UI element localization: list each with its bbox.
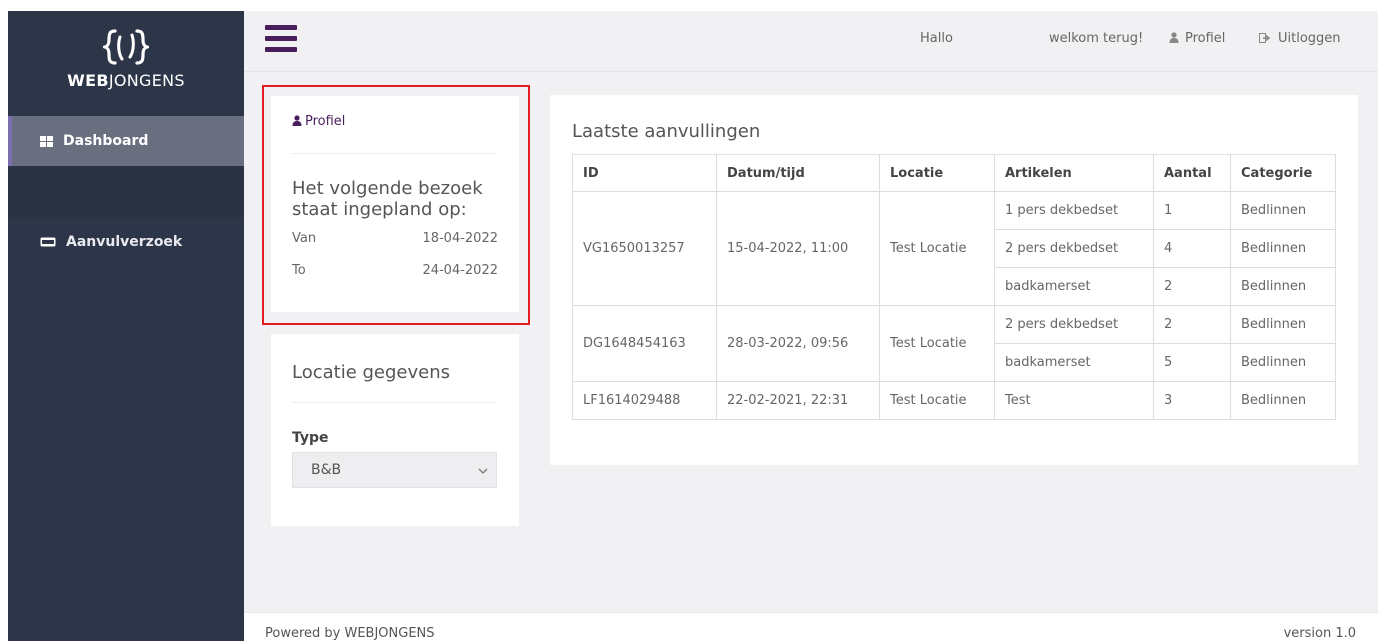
col-header-datetime: Datum/tijd — [716, 154, 880, 192]
recent-refills-card: Laatste aanvullingen ID Datum/tijd Locat… — [550, 95, 1358, 465]
next-visit-card: Profiel Het volgende bezoek staat ingepl… — [271, 96, 519, 312]
cell-quantity: 5 — [1153, 343, 1231, 382]
cell-article: Test — [994, 381, 1154, 420]
sidebar-item-aanvulverzoek[interactable]: Aanvulverzoek — [8, 216, 244, 268]
cell-location: Test Locatie — [879, 305, 995, 382]
cell-datetime: 28-03-2022, 09:56 — [716, 305, 880, 382]
table-row: VG1650013257 15-04-2022, 11:00 Test Loca… — [572, 191, 1336, 306]
menu-toggle-icon[interactable] — [265, 25, 297, 55]
cell-article: 2 pers dekbedset — [994, 305, 1154, 344]
type-select[interactable]: B&B — [292, 452, 497, 488]
cell-quantity: 2 — [1153, 305, 1231, 344]
divider — [292, 153, 497, 154]
chevron-down-icon — [478, 463, 488, 477]
table-row: DG1648454163 28-03-2022, 09:56 Test Loca… — [572, 305, 1336, 382]
location-card: Locatie gegevens Type B&B — [271, 334, 519, 526]
col-header-articles: Artikelen — [994, 154, 1154, 192]
logout-link[interactable]: Uitloggen — [1259, 31, 1341, 46]
powered-by-text: Powered by WEBJONGENS — [265, 626, 435, 641]
next-visit-title: Het volgende bezoek staat ingepland op: — [292, 178, 483, 220]
braces-logo-icon — [103, 29, 149, 65]
cell-quantity: 4 — [1153, 229, 1231, 268]
cell-location: Test Locatie — [879, 381, 995, 420]
divider — [292, 402, 497, 403]
from-date: 18-04-2022 — [422, 231, 498, 246]
cell-article: badkamerset — [994, 343, 1154, 382]
cell-category: Bedlinnen — [1230, 229, 1336, 268]
col-header-location: Locatie — [879, 154, 995, 192]
to-label: To — [292, 263, 306, 278]
sidebar-item-label: Aanvulverzoek — [66, 234, 183, 250]
greeting-text: Hallo — [920, 31, 953, 46]
type-label: Type — [292, 430, 329, 446]
cell-quantity: 1 — [1153, 191, 1231, 230]
cell-article: 1 pers dekbedset — [994, 191, 1154, 230]
cell-datetime: 15-04-2022, 11:00 — [716, 191, 880, 306]
sidebar-item-label: Dashboard — [63, 133, 149, 149]
from-label: Van — [292, 231, 317, 246]
topbar: Hallo welkom terug! Profiel Uitloggen — [244, 11, 1378, 72]
sidebar-submenu-area — [8, 166, 244, 218]
col-header-id: ID — [572, 154, 717, 192]
card-profile-link[interactable]: Profiel — [292, 114, 345, 129]
cell-id: LF1614029488 — [572, 381, 717, 420]
cell-quantity: 2 — [1153, 267, 1231, 306]
location-title: Locatie gegevens — [292, 362, 451, 383]
table-row: LF1614029488 22-02-2021, 22:31 Test Loca… — [572, 381, 1336, 420]
cell-category: Bedlinnen — [1230, 343, 1336, 382]
table-header-row: ID Datum/tijd Locatie Artikelen Aantal C… — [572, 154, 1336, 192]
main-area: Hallo welkom terug! Profiel Uitloggen Pr… — [244, 11, 1378, 641]
cell-location: Test Locatie — [879, 191, 995, 306]
footer: Powered by WEBJONGENS version 1.0 — [244, 612, 1378, 641]
logo[interactable]: WEBJONGENS — [8, 11, 244, 116]
version-text: version 1.0 — [1283, 626, 1356, 641]
profile-link[interactable]: Profiel — [1169, 31, 1225, 46]
cell-quantity: 3 — [1153, 381, 1231, 420]
welcome-text: welkom terug! — [1049, 31, 1144, 46]
type-select-value: B&B — [311, 462, 342, 478]
col-header-quantity: Aantal — [1153, 154, 1231, 192]
user-icon — [1169, 32, 1179, 43]
cell-category: Bedlinnen — [1230, 267, 1336, 306]
to-date: 24-04-2022 — [422, 263, 498, 278]
sidebar: WEBJONGENS Dashboard Aanvulverzoek — [8, 11, 244, 641]
cell-category: Bedlinnen — [1230, 381, 1336, 420]
logo-text: WEBJONGENS — [67, 71, 185, 90]
cell-id: VG1650013257 — [572, 191, 717, 306]
card-icon — [40, 237, 56, 247]
cell-id: DG1648454163 — [572, 305, 717, 382]
cell-article: badkamerset — [994, 267, 1154, 306]
cell-category: Bedlinnen — [1230, 305, 1336, 344]
grid-icon — [40, 135, 53, 147]
col-header-category: Categorie — [1230, 154, 1336, 192]
cell-article: 2 pers dekbedset — [994, 229, 1154, 268]
recent-refills-title: Laatste aanvullingen — [572, 121, 761, 142]
cell-category: Bedlinnen — [1230, 191, 1336, 230]
refills-table: ID Datum/tijd Locatie Artikelen Aantal C… — [572, 154, 1336, 420]
logout-icon — [1259, 33, 1271, 43]
cell-datetime: 22-02-2021, 22:31 — [716, 381, 880, 420]
user-icon — [292, 115, 302, 126]
sidebar-item-dashboard[interactable]: Dashboard — [8, 116, 244, 166]
